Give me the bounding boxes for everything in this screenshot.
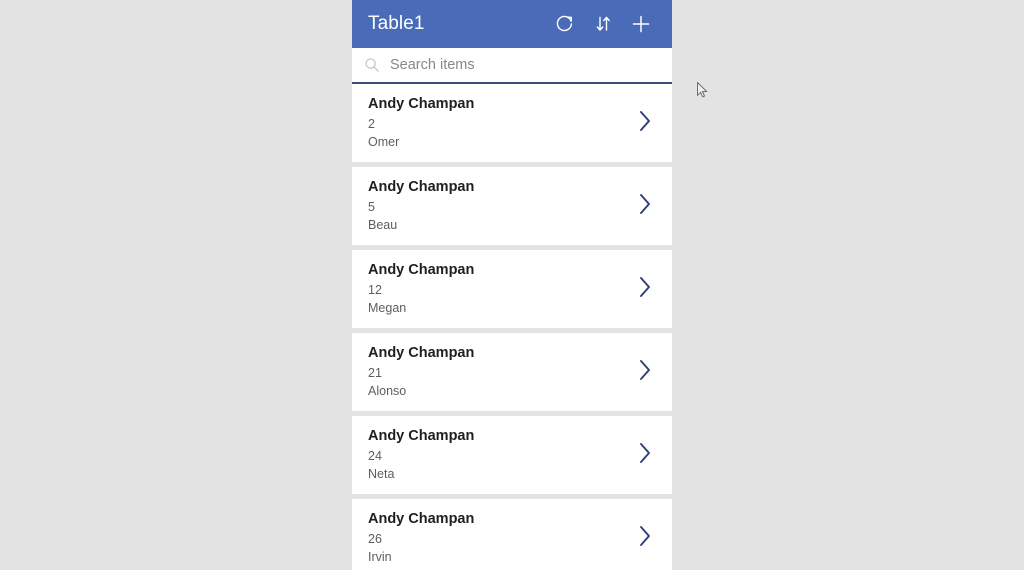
search-bar [352, 48, 672, 84]
chevron-right-icon [636, 357, 654, 388]
search-icon [364, 57, 380, 73]
gallery-item[interactable]: Andy Champan 24 Neta [352, 416, 672, 494]
chevron-right-icon [636, 523, 654, 554]
search-input[interactable] [390, 57, 662, 73]
gallery-item-title: Andy Champan [368, 428, 475, 444]
gallery-item-body: Alonso [368, 384, 407, 398]
gallery-item-subtitle: 24 [368, 449, 382, 463]
gallery-item-body: Omer [368, 135, 400, 149]
chevron-right-icon [636, 440, 654, 471]
gallery-item-text: Andy Champan 21 Alonso [368, 344, 630, 400]
gallery-item-subtitle: 21 [368, 366, 382, 380]
gallery-item-text: Andy Champan 26 Irvin [368, 510, 630, 566]
gallery-item-next-button[interactable] [630, 357, 660, 388]
gallery-item-next-button[interactable] [630, 440, 660, 471]
gallery-item-next-button[interactable] [630, 108, 660, 139]
gallery-item-subtitle: 26 [368, 532, 382, 546]
gallery-item-title: Andy Champan [368, 179, 475, 195]
gallery-item-body: Beau [368, 218, 398, 232]
gallery-item-next-button[interactable] [630, 274, 660, 305]
app-panel: Table1 Search items Andy Champan 2 Omer … [352, 0, 672, 570]
gallery-item-text: Andy Champan 12 Megan [368, 261, 630, 317]
gallery-item-title: Andy Champan [368, 96, 475, 112]
gallery-item-text: Andy Champan 24 Neta [368, 427, 630, 483]
gallery-item-title: Andy Champan [368, 262, 475, 278]
gallery-item[interactable]: Andy Champan 5 Beau [352, 167, 672, 245]
gallery-item[interactable]: Andy Champan 12 Megan [352, 250, 672, 328]
gallery-item-text: Andy Champan 2 Omer [368, 95, 630, 151]
gallery-item-title: Andy Champan [368, 345, 475, 361]
sort-icon [593, 13, 613, 35]
gallery-item-subtitle: 5 [368, 200, 375, 214]
gallery-list[interactable]: Andy Champan 2 Omer Andy Champan 5 Beau Andy C… [352, 84, 672, 568]
mouse-pointer-icon [697, 81, 709, 100]
gallery-item-body: Neta [368, 467, 395, 481]
gallery-item[interactable]: Andy Champan 26 Irvin [352, 499, 672, 568]
gallery-item-subtitle: 12 [368, 283, 382, 297]
chevron-right-icon [636, 274, 654, 305]
gallery-item[interactable]: Andy Champan 21 Alonso [352, 333, 672, 411]
add-button[interactable] [622, 4, 660, 44]
gallery-item[interactable]: Andy Champan 2 Omer [352, 84, 672, 162]
app-header: Table1 [352, 0, 672, 48]
gallery-item-subtitle: 2 [368, 117, 375, 131]
gallery-item-body: Megan [368, 301, 407, 315]
chevron-right-icon [636, 191, 654, 222]
add-icon [629, 12, 653, 36]
gallery-item-text: Andy Champan 5 Beau [368, 178, 630, 234]
gallery-item-next-button[interactable] [630, 523, 660, 554]
gallery-item-next-button[interactable] [630, 191, 660, 222]
refresh-button[interactable] [546, 4, 584, 44]
gallery-item-title: Andy Champan [368, 511, 475, 527]
page-title: Table1 [368, 13, 425, 34]
refresh-icon [554, 13, 576, 35]
chevron-right-icon [636, 108, 654, 139]
gallery-item-body: Irvin [368, 550, 392, 564]
sort-button[interactable] [584, 4, 622, 44]
